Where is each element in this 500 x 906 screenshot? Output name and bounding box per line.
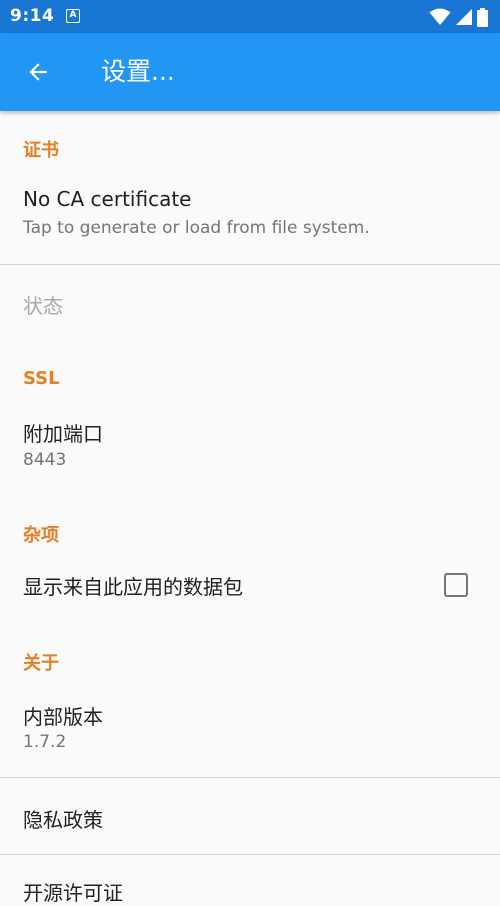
status-bar: 9:14 A bbox=[0, 0, 500, 33]
divider bbox=[0, 777, 500, 778]
divider bbox=[0, 264, 500, 265]
back-button[interactable] bbox=[14, 48, 62, 96]
arrow-back-icon bbox=[29, 63, 47, 81]
pref-open-source-licenses-title: 开源许可证 bbox=[23, 881, 123, 905]
divider bbox=[0, 854, 500, 855]
pref-show-packets-title: 显示来自此应用的数据包 bbox=[23, 575, 243, 599]
signal-icon bbox=[456, 9, 472, 25]
status-icons bbox=[429, 7, 488, 27]
status-time: 9:14 bbox=[10, 6, 55, 26]
battery-icon bbox=[477, 7, 488, 27]
section-header-ssl: SSL bbox=[23, 368, 60, 389]
pref-extra-port-value: 8443 bbox=[23, 450, 67, 470]
pref-build-version-value: 1.7.2 bbox=[23, 732, 67, 752]
section-header-about: 关于 bbox=[23, 653, 59, 674]
pref-ca-certificate-title: No CA certificate bbox=[23, 187, 192, 211]
section-header-certificate: 证书 bbox=[23, 140, 59, 161]
wifi-icon bbox=[429, 8, 451, 25]
section-header-misc: 杂项 bbox=[23, 525, 59, 546]
show-packets-checkbox[interactable] bbox=[444, 573, 468, 597]
pref-status-label: 状态 bbox=[23, 294, 63, 318]
pref-extra-port-title: 附加端口 bbox=[23, 422, 103, 446]
pref-build-version-title: 内部版本 bbox=[23, 705, 103, 729]
accessibility-a-icon: A bbox=[66, 9, 80, 23]
pref-ca-certificate-summary: Tap to generate or load from file system… bbox=[23, 218, 370, 238]
page-title: 设置... bbox=[101, 57, 175, 86]
pref-privacy-policy-title: 隐私政策 bbox=[23, 808, 103, 832]
app-bar: 设置... bbox=[0, 33, 500, 111]
